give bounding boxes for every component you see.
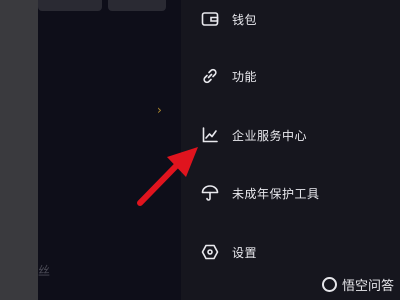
menu-item-label: 未成年保护工具 xyxy=(232,186,320,201)
red-pointer-arrow xyxy=(137,147,198,206)
menu-item-label: 企业服务中心 xyxy=(232,128,308,143)
link-icon xyxy=(199,65,221,87)
background-tab-block xyxy=(108,0,166,11)
menu-item-label: 设置 xyxy=(232,245,258,260)
menu-item-label: 钱包 xyxy=(232,12,258,27)
watermark-text: 悟空问答 xyxy=(341,279,394,294)
wukong-logo-icon xyxy=(321,277,337,292)
menu-item-features[interactable]: 功能 xyxy=(199,64,257,88)
side-drawer-menu: 钱包 功能 企业服务中心 未成年保护工具 设置 xyxy=(181,0,400,300)
menu-item-wallet[interactable]: 钱包 xyxy=(199,7,257,31)
umbrella-icon xyxy=(199,182,221,204)
wukong-watermark: 悟空问答 xyxy=(321,275,394,294)
background-chevron-icon[interactable]: › xyxy=(157,103,162,117)
wallet-icon xyxy=(199,8,221,30)
settings-hexagon-icon xyxy=(199,241,221,263)
background-tab-block xyxy=(38,0,102,11)
background-hint-text: 丝 xyxy=(38,264,51,278)
menu-item-settings[interactable]: 设置 xyxy=(199,240,257,264)
left-panel-strip xyxy=(0,0,38,300)
menu-item-label: 功能 xyxy=(232,69,258,84)
menu-item-enterprise-center[interactable]: 企业服务中心 xyxy=(199,123,307,147)
chart-line-icon xyxy=(199,124,221,146)
menu-item-minor-protection[interactable]: 未成年保护工具 xyxy=(199,181,320,205)
